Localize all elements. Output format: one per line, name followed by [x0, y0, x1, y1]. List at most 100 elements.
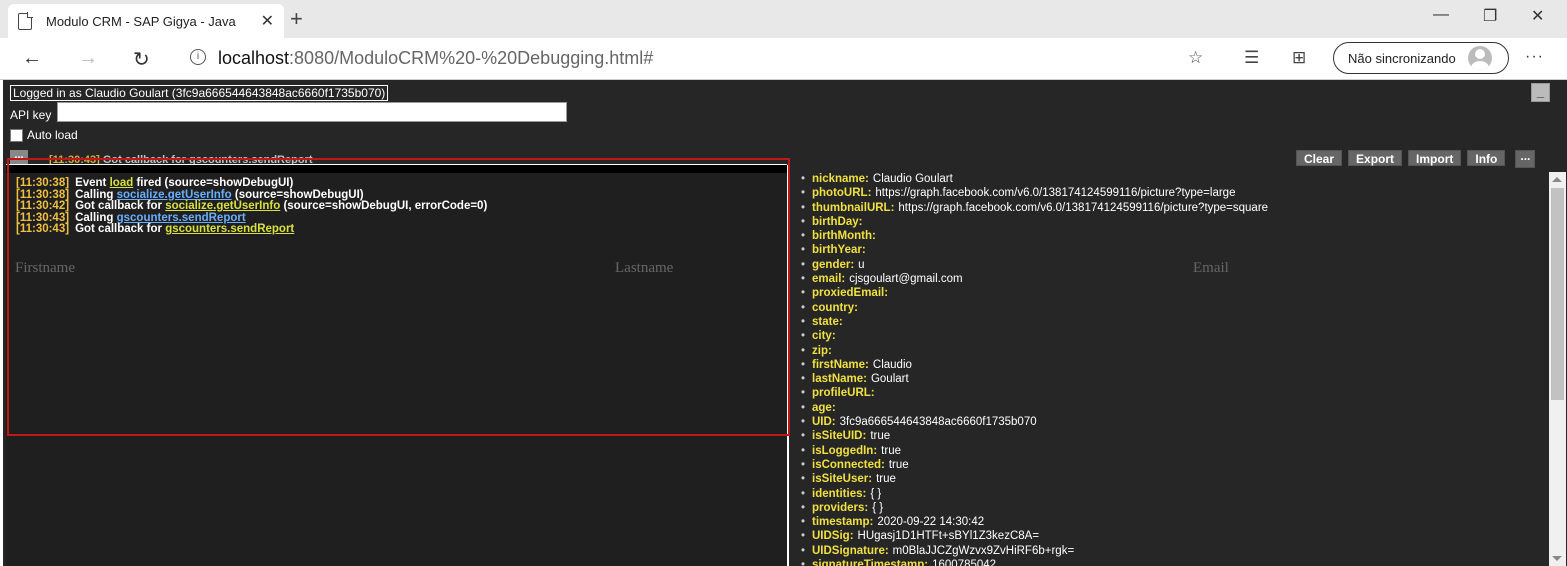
bullet-icon: •: [801, 201, 806, 214]
info-button[interactable]: Info: [1467, 150, 1506, 166]
user-info-key: birthYear:: [812, 244, 866, 257]
user-info-key: birthDay:: [812, 215, 863, 228]
auto-load-label: Auto load: [27, 128, 78, 142]
bullet-icon: •: [801, 373, 806, 386]
sync-label: Não sincronizando: [1348, 50, 1456, 66]
back-arrow-icon[interactable]: ←: [22, 47, 42, 70]
more-icon[interactable]: ···: [1525, 48, 1544, 66]
bullet-icon: •: [801, 273, 806, 286]
auto-load-checkbox[interactable]: [10, 128, 23, 142]
bullet-icon: •: [801, 473, 806, 486]
user-info-value: true: [881, 444, 901, 457]
user-info-row: • proxiedEmail:: [801, 286, 1268, 300]
user-info-key: providers:: [812, 501, 869, 514]
scroll-up-icon[interactable]: [1552, 177, 1562, 182]
user-info-row: • isSiteUser: true: [801, 472, 1268, 486]
user-info-value: Goulart: [870, 373, 909, 386]
bullet-icon: •: [801, 530, 806, 543]
log-link[interactable]: socialize.getUserInfo: [165, 200, 280, 212]
user-info-key: isConnected:: [812, 458, 885, 471]
export-button[interactable]: Export: [1348, 150, 1403, 166]
user-info-key: isSiteUser:: [812, 473, 873, 486]
user-info-value: true: [870, 430, 891, 443]
clear-button[interactable]: Clear: [1296, 150, 1343, 166]
details-scrollbar[interactable]: [1549, 172, 1566, 566]
refresh-icon[interactable]: ↻: [133, 47, 150, 72]
scroll-thumb[interactable]: [1551, 188, 1564, 400]
bullet-icon: •: [801, 516, 806, 529]
bullet-icon: •: [801, 559, 806, 566]
api-key-input[interactable]: [57, 102, 567, 122]
user-info-key: timestamp:: [812, 516, 874, 529]
sync-profile-button[interactable]: Não sincronizando: [1333, 42, 1509, 74]
browser-tab-bar: Modulo CRM - SAP Gigya - Java ✕ + — ❐ ✕: [0, 0, 1567, 38]
bullet-icon: •: [801, 315, 806, 328]
firstname-column-header: Firstname: [15, 260, 75, 276]
bullet-icon: •: [801, 358, 806, 371]
user-info-row: • timestamp: 2020-09-22 14:30:42: [801, 515, 1268, 529]
user-info-key: age:: [812, 401, 836, 414]
bullet-icon: •: [801, 330, 806, 343]
scroll-down-icon[interactable]: [1552, 556, 1562, 561]
close-icon[interactable]: ✕: [261, 11, 274, 31]
bullet-icon: •: [801, 301, 806, 314]
browser-tab[interactable]: Modulo CRM - SAP Gigya - Java ✕: [8, 4, 284, 38]
user-info-key: birthMonth:: [812, 230, 876, 243]
log-link[interactable]: socialize.getUserInfo: [117, 189, 232, 201]
user-info-row: • thumbnailURL: https://graph.facebook.com…: [801, 201, 1268, 215]
user-info-value: HUgasj1D1HTFt+sBYl1Z3kezC8A=: [857, 530, 1040, 543]
favorites-list-icon[interactable]: ☰: [1244, 48, 1259, 68]
address-bar: ← → ↻ i localhost:8080/ModuloCRM%20-%20D…: [0, 38, 1567, 80]
more-options-button[interactable]: ...: [1515, 150, 1536, 168]
log-link[interactable]: gscounters.sendReport: [165, 223, 294, 235]
user-info-key: photoURL:: [812, 187, 872, 200]
auto-load-toggle[interactable]: Auto load: [10, 128, 78, 142]
logged-in-status: Logged in as Claudio Goulart (3fc9a66654…: [10, 85, 389, 101]
user-info-row: • signatureTimestamp: 1600785042: [801, 558, 1268, 566]
minimize-window-icon[interactable]: —: [1433, 6, 1449, 24]
import-button[interactable]: Import: [1408, 150, 1462, 166]
user-info-list: • nickname: Claudio Goulart • photoURL: https…: [801, 172, 1268, 566]
log-link[interactable]: load: [110, 177, 134, 189]
user-info-row: • providers:{ }: [801, 501, 1268, 515]
user-info-key: proxiedEmail:: [812, 287, 889, 300]
user-info-value: cjsgoulart@gmail.com: [849, 273, 963, 286]
user-info-value: Claudio Goulart: [872, 173, 953, 185]
user-info-row: • email: cjsgoulart@gmail.com: [801, 272, 1268, 286]
expand-log-button[interactable]: ...: [10, 150, 28, 164]
user-info-row: • country:: [801, 301, 1268, 315]
user-info-key: zip:: [812, 344, 832, 357]
collections-icon[interactable]: ⊞: [1292, 48, 1306, 68]
info-icon[interactable]: i: [190, 49, 206, 65]
user-info-row: • gender: u: [801, 258, 1268, 272]
restore-window-icon[interactable]: ❐: [1483, 6, 1497, 26]
star-icon[interactable]: ☆: [1188, 48, 1203, 68]
user-info-row: • isConnected: true: [801, 458, 1268, 472]
bullet-icon: •: [801, 287, 806, 300]
bullet-icon: •: [801, 244, 806, 257]
minimize-debug-button[interactable]: _: [1531, 83, 1550, 102]
user-info-key: isLoggedIn:: [812, 444, 878, 457]
log-link[interactable]: gscounters.sendReport: [117, 212, 246, 224]
user-info-key: UIDSig:: [812, 530, 854, 543]
user-info-key: UID:: [812, 416, 836, 429]
user-info-key: thumbnailURL:: [812, 201, 895, 214]
user-info-row: • birthMonth:: [801, 229, 1268, 243]
forward-arrow-icon[interactable]: →: [78, 47, 98, 70]
user-info-value: 1600785042: [932, 559, 997, 566]
user-info-key: nickname:: [812, 173, 869, 185]
user-info-row: • profileURL:: [801, 386, 1268, 400]
bullet-icon: •: [801, 173, 806, 185]
api-key-label: API key: [10, 108, 52, 122]
close-window-icon[interactable]: ✕: [1531, 6, 1544, 26]
plus-icon[interactable]: +: [290, 6, 303, 32]
bullet-icon: •: [801, 258, 806, 271]
user-info-value: u: [858, 258, 865, 271]
avatar: [1467, 46, 1492, 70]
bullet-icon: •: [801, 458, 806, 471]
bullet-icon: •: [801, 501, 806, 514]
user-info-value: 2020-09-22 14:30:42: [877, 516, 985, 529]
user-info-row: • identities:{ }: [801, 487, 1268, 501]
url-field[interactable]: localhost:8080/ModuloCRM%20-%20Debugging…: [218, 48, 653, 69]
user-info-key: lastName:: [812, 373, 867, 386]
